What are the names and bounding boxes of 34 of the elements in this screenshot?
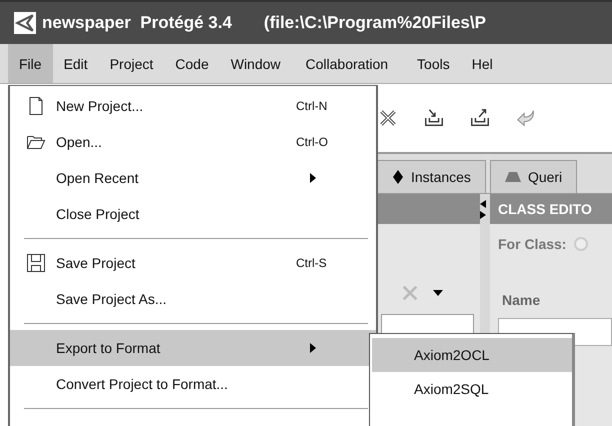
- submenu-arrow-icon: [310, 173, 316, 183]
- panel-title: CLASS EDITO: [490, 194, 612, 224]
- radio-icon: [574, 237, 588, 251]
- trapezoid-icon: [504, 172, 521, 182]
- menu-item[interactable]: Close Project: [10, 196, 376, 232]
- menu-item[interactable]: Save Project As...: [10, 281, 376, 317]
- export-icon[interactable]: [469, 107, 491, 129]
- tab[interactable]: Instances: [377, 160, 486, 193]
- menu-bar-item[interactable]: File: [8, 44, 53, 83]
- menu-item[interactable]: Save Project Ctrl-S: [10, 245, 376, 281]
- app-logo-icon: [14, 12, 36, 34]
- tab[interactable]: Queri: [490, 160, 578, 193]
- menu-item[interactable]: New Project... Ctrl-N: [10, 88, 376, 124]
- menu-bar-item[interactable]: Tools: [406, 44, 461, 83]
- menu-item[interactable]: Open... Ctrl-O: [10, 124, 376, 160]
- menu-item[interactable]: Export to Format: [10, 330, 376, 366]
- dropdown-caret-icon[interactable]: [433, 290, 443, 296]
- for-class-label: For Class:: [498, 236, 566, 252]
- diamond-icon: [392, 170, 404, 184]
- menu-bar-item[interactable]: Edit: [52, 44, 99, 83]
- window-path: (file:\C:\Program%20Files\P: [264, 13, 486, 33]
- menu-item[interactable]: Axiom2SQL: [372, 372, 572, 406]
- menu-item[interactable]: Open Recent: [10, 160, 376, 196]
- menu-bar-item[interactable]: Hel: [460, 44, 504, 83]
- menu-bar-item[interactable]: Window: [220, 44, 292, 83]
- menu-bar-item[interactable]: Collaboration: [292, 44, 406, 83]
- menu-bar-item[interactable]: Project: [98, 44, 164, 83]
- name-label: Name: [501, 291, 542, 308]
- submenu-arrow-icon: [310, 343, 316, 353]
- collapse-arrows-icon[interactable]: [480, 200, 486, 220]
- window-title: newspaper Protégé 3.4: [42, 13, 232, 33]
- import-icon[interactable]: [423, 107, 445, 129]
- menu-bar-item[interactable]: Code: [164, 44, 220, 83]
- menu-item[interactable]: Axiom2OCL: [372, 338, 572, 372]
